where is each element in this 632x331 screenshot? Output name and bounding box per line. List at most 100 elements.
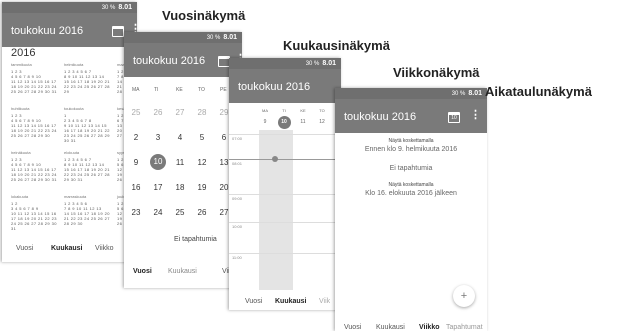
month-day-cell[interactable]: 17 bbox=[148, 183, 168, 192]
month-day-cell[interactable]: 2 bbox=[126, 133, 146, 142]
app-bar: toukokuu 2016 10 ⋮ bbox=[335, 99, 487, 133]
mini-month-name: elokuuta bbox=[64, 150, 80, 155]
app-bar: toukokuu 2016 ⋮ bbox=[229, 69, 341, 103]
week-date[interactable]: 10 bbox=[277, 116, 291, 129]
tab-year[interactable]: Vuosi bbox=[245, 298, 262, 305]
tab-year[interactable]: Vuosi bbox=[133, 268, 152, 275]
month-day-cell[interactable]: 23 bbox=[126, 208, 146, 217]
month-day-cell[interactable]: 26 bbox=[192, 208, 212, 217]
time-label: 09:00 bbox=[232, 196, 243, 201]
status-bar: 30 % 8.01 bbox=[124, 32, 242, 43]
mini-month-week: 25 26 27 28 29 30 31 bbox=[11, 89, 57, 94]
year-title: 2016 bbox=[11, 47, 36, 59]
week-date[interactable]: 11 bbox=[297, 116, 310, 129]
tab-schedule[interactable]: Tapahtumat bbox=[446, 324, 483, 331]
month-day-cell[interactable]: 25 bbox=[126, 108, 146, 117]
mini-month-name: tammikuuta bbox=[11, 62, 32, 67]
no-events-text: Ei tapahtumia bbox=[389, 165, 433, 172]
battery-level: 30 % bbox=[101, 5, 116, 11]
month-day-cell[interactable]: 11 bbox=[170, 158, 190, 167]
mini-month[interactable]: elokuuta 1 2 3 4 5 6 78 9 10 11 12 13 14 1… bbox=[64, 150, 116, 182]
mini-month-week: 22 23 24 25 26 27 28 bbox=[64, 84, 110, 89]
hour-line bbox=[229, 159, 341, 160]
hour-line bbox=[229, 253, 341, 254]
today-calendar-icon[interactable]: 10 bbox=[448, 112, 460, 123]
week-view-label: Viikkonäkymä bbox=[393, 65, 480, 80]
add-event-button[interactable]: + bbox=[453, 285, 475, 307]
tab-week[interactable]: Viikko bbox=[419, 324, 440, 331]
month-day-cell[interactable]: 16 bbox=[126, 183, 146, 192]
weekday-header: KE bbox=[176, 87, 183, 93]
app-title: toukokuu 2016 bbox=[238, 81, 311, 93]
tap-to-show-hint: Näytä koskettamalla bbox=[388, 138, 434, 144]
mini-month-week: 31 bbox=[11, 226, 17, 231]
month-day-cell[interactable]: 19 bbox=[192, 183, 212, 192]
month-day-cell[interactable]: 9 bbox=[126, 158, 146, 167]
mini-month-week: 25 26 27 28 29 30 31 bbox=[11, 177, 57, 182]
month-day-cell[interactable]: 27 bbox=[170, 108, 190, 117]
after-range-link[interactable]: Klo 16. elokuuta 2016 jälkeen bbox=[335, 190, 487, 197]
time-label: 10:00 bbox=[232, 224, 243, 229]
mini-month-week: 24 25 26 27 28 29 30 bbox=[11, 221, 57, 226]
time-label: 08:01 bbox=[232, 161, 243, 166]
weekday-header: MA bbox=[262, 108, 268, 113]
today-calendar-icon[interactable] bbox=[112, 26, 124, 37]
month-day-cell[interactable]: 18 bbox=[170, 183, 190, 192]
month-day-cell[interactable]: 5 bbox=[192, 133, 212, 142]
tab-month[interactable]: Kuukausi bbox=[51, 245, 83, 252]
tab-week[interactable]: Viikko bbox=[95, 245, 114, 252]
battery-level: 30 % bbox=[451, 91, 466, 97]
mini-month[interactable]: heinäkuuta 1 2 34 5 6 7 8 9 10 11 12 13 1… bbox=[11, 150, 63, 182]
mini-month-name: huhtikuuta bbox=[11, 106, 30, 111]
tap-to-show-hint: Näytä koskettamalla bbox=[388, 182, 434, 188]
month-day-cell[interactable]: 10 bbox=[150, 154, 166, 170]
year-view-screen: 30 % 8.01 toukokuu 2016 ⋮ 2016 tammikuuta… bbox=[2, 2, 137, 262]
tab-month[interactable]: Kuukausi bbox=[275, 298, 307, 305]
battery-level: 30 % bbox=[206, 35, 221, 41]
selected-day-column bbox=[259, 130, 293, 290]
hour-line bbox=[229, 222, 341, 223]
mini-month-week: 29 30 31 bbox=[64, 177, 83, 182]
view-tabs: Vuosi Kuukausi Viik bbox=[229, 291, 341, 310]
week-date[interactable]: 9 bbox=[259, 116, 272, 129]
mini-month-name: marraskuuta bbox=[64, 194, 87, 199]
mini-month[interactable]: toukokuuta 12 3 4 5 6 7 89 10 11 12 13 1… bbox=[64, 106, 116, 143]
month-day-cell[interactable]: 24 bbox=[148, 208, 168, 217]
weekday-header: KE bbox=[300, 108, 306, 113]
mini-month[interactable]: marraskuuta 1 2 3 4 5 67 8 9 10 11 12 13… bbox=[64, 194, 116, 226]
mini-month[interactable]: huhtikuuta 1 2 34 5 6 7 8 9 10 11 12 13 1… bbox=[11, 106, 63, 138]
mini-month-week: 29 bbox=[64, 89, 70, 94]
tab-month[interactable]: Kuukausi bbox=[376, 324, 405, 331]
month-day-cell[interactable]: 4 bbox=[170, 133, 190, 142]
before-range-link[interactable]: Ennen klo 9. helmikuuta 2016 bbox=[335, 146, 487, 153]
mini-month-name: heinäkuuta bbox=[11, 150, 31, 155]
app-bar: toukokuu 2016 ⋮ bbox=[2, 13, 137, 47]
hour-line bbox=[229, 134, 341, 135]
month-view-screen: 30 %8.01 toukokuu 2016 ⋮ MATIKETOPE25262… bbox=[124, 32, 242, 288]
tab-year[interactable]: Vuosi bbox=[16, 245, 33, 252]
time-label: 07:00 bbox=[232, 136, 243, 141]
month-day-cell[interactable]: 3 bbox=[148, 133, 168, 142]
clock: 8.01 bbox=[223, 34, 237, 41]
month-day-cell[interactable]: 26 bbox=[148, 108, 168, 117]
mini-month-week: 28 29 30 bbox=[64, 221, 83, 226]
week-date[interactable]: 12 bbox=[316, 116, 329, 129]
tab-week[interactable]: Viik bbox=[319, 298, 330, 305]
mini-month-week: 25 26 27 28 29 30 bbox=[11, 133, 51, 138]
tab-month[interactable]: Kuukausi bbox=[168, 268, 197, 275]
month-day-cell[interactable]: 28 bbox=[192, 108, 212, 117]
view-tabs: Vuosi Kuukausi Viikko T bbox=[2, 238, 137, 260]
clock: 8.01 bbox=[322, 60, 336, 67]
clock: 8.01 bbox=[118, 4, 132, 11]
tab-year[interactable]: Vuosi bbox=[344, 324, 361, 331]
mini-month[interactable]: lokakuuta 1 23 4 5 6 7 8 9 10 11 12 13 14… bbox=[11, 194, 63, 231]
more-options-icon[interactable]: ⋮ bbox=[470, 110, 481, 121]
status-bar: 30 % 8.01 bbox=[2, 2, 137, 13]
mini-month[interactable]: helmikuuta 1 2 3 4 5 6 78 9 10 11 12 13 1… bbox=[64, 62, 116, 94]
mini-month[interactable]: tammikuuta 1 2 34 5 6 7 8 9 10 11 12 13 1… bbox=[11, 62, 63, 94]
month-day-cell[interactable]: 12 bbox=[192, 158, 212, 167]
year-view-label: Vuosinäkymä bbox=[162, 8, 246, 23]
month-day-cell[interactable]: 25 bbox=[170, 208, 190, 217]
app-title: toukokuu 2016 bbox=[11, 25, 84, 37]
weekday-header: MA bbox=[132, 87, 140, 93]
